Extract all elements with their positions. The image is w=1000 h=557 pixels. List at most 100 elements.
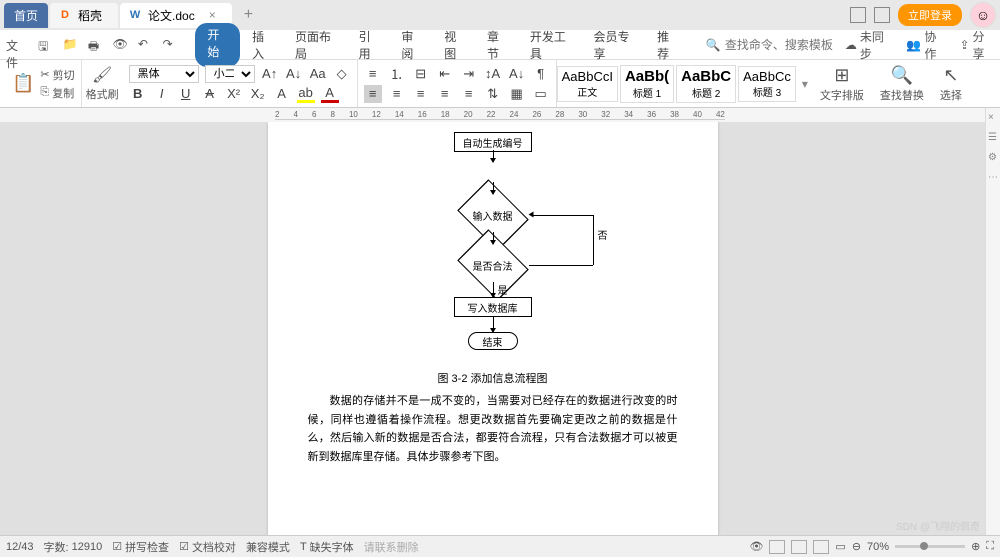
status-right: 👁 ▭ ⊖ 70% ⊕ ⛶: [749, 540, 994, 554]
menu-tab-vip[interactable]: 会员专享: [583, 23, 645, 67]
decrease-font[interactable]: A↓: [285, 65, 303, 83]
text-effects[interactable]: A: [273, 85, 291, 103]
avatar[interactable]: ☺: [970, 2, 996, 28]
text-layout-button[interactable]: ⊞文字排版: [812, 65, 872, 103]
sync-status[interactable]: ☁未同步: [845, 28, 893, 62]
spell-check[interactable]: ☑拼写检查: [112, 539, 169, 555]
text-direction[interactable]: ↕A: [484, 65, 502, 83]
align-justify[interactable]: ≡: [436, 85, 454, 103]
align-center[interactable]: ≡: [388, 85, 406, 103]
search-input[interactable]: [725, 38, 845, 52]
subscript-button[interactable]: X₂: [249, 85, 267, 103]
italic-button[interactable]: I: [153, 85, 171, 103]
borders[interactable]: ▭: [532, 85, 550, 103]
flowchart: 开始 自动生成编号 输入数据 是否合法 写入数据库 结束 否 是: [343, 132, 643, 362]
menu-tab-rec[interactable]: 推荐: [647, 23, 688, 67]
align-right[interactable]: ≡: [412, 85, 430, 103]
bullets[interactable]: ≡: [364, 65, 382, 83]
fc-yes-label: 是: [498, 282, 508, 297]
zoom-level[interactable]: 70%: [867, 541, 889, 553]
preview-icon[interactable]: 👁: [113, 37, 128, 53]
sb-close-icon[interactable]: ×: [988, 112, 998, 122]
coop-button[interactable]: 👥协作: [906, 28, 945, 62]
line-spacing[interactable]: ⇅: [484, 85, 502, 103]
zoom-out[interactable]: ⊖: [852, 540, 861, 553]
cut-button[interactable]: ✂剪切: [40, 67, 74, 83]
zoom-slider[interactable]: [895, 545, 965, 548]
font-size-select[interactable]: 小二: [205, 65, 255, 83]
fc-valid: 是否合法: [463, 250, 523, 280]
view-outline[interactable]: [791, 540, 807, 554]
sb-tools-icon[interactable]: ⚙: [988, 152, 998, 162]
view-page[interactable]: [769, 540, 785, 554]
style-h1[interactable]: AaBb(标题 1: [620, 65, 674, 103]
layout-icon-2[interactable]: [874, 7, 890, 23]
print-icon[interactable]: 🖶: [88, 37, 103, 53]
menu-right: ☁未同步 👥协作 ⇪分享: [845, 28, 994, 62]
font-color-button[interactable]: A: [321, 85, 339, 103]
bold-button[interactable]: B: [129, 85, 147, 103]
fc-arrow: [490, 293, 496, 298]
read-mode-icon[interactable]: ▭: [835, 540, 845, 553]
close-icon[interactable]: ×: [209, 8, 216, 22]
zoom-in[interactable]: ⊕: [971, 540, 980, 553]
fullscreen-icon[interactable]: ⛶: [986, 540, 994, 553]
show-marks[interactable]: ¶: [532, 65, 550, 83]
style-more[interactable]: ▾: [798, 77, 812, 91]
zoom-thumb[interactable]: [920, 542, 928, 550]
format-brush[interactable]: 🖌 格式刷: [82, 65, 123, 102]
underline-button[interactable]: U: [177, 85, 195, 103]
sb-nav-icon[interactable]: ☰: [988, 132, 998, 142]
title-right: 立即登录 ☺: [850, 2, 996, 28]
copy-button[interactable]: ⎘复制: [40, 85, 74, 101]
word-count[interactable]: 字数:12910: [44, 539, 103, 555]
ruler[interactable]: 24681012141618202224262830323436384042: [0, 108, 1000, 122]
indent-right[interactable]: ⇥: [460, 65, 478, 83]
sb-more-icon[interactable]: ⋯: [988, 172, 998, 182]
clear-format[interactable]: ◇: [333, 65, 351, 83]
highlight-button[interactable]: ab: [297, 85, 315, 103]
indent-left[interactable]: ⇤: [436, 65, 454, 83]
page-indicator[interactable]: 12/43: [6, 541, 34, 553]
style-h3[interactable]: AaBbCc标题 3: [738, 66, 796, 102]
layout-icon-1[interactable]: [850, 7, 866, 23]
select-button[interactable]: ↖选择: [932, 65, 970, 103]
redo-icon[interactable]: ↷: [163, 37, 178, 53]
style-normal[interactable]: AaBbCcI正文: [557, 66, 618, 102]
fc-arrow: [490, 158, 496, 163]
fc-input: 输入数据: [463, 200, 523, 230]
align-distribute[interactable]: ≡: [460, 85, 478, 103]
shading[interactable]: ▦: [508, 85, 526, 103]
page: 开始 自动生成编号 输入数据 是否合法 写入数据库 结束 否 是 图 3-: [268, 122, 718, 535]
document-area[interactable]: 开始 自动生成编号 输入数据 是否合法 写入数据库 结束 否 是 图 3-: [0, 122, 985, 535]
paste-icon[interactable]: 📋: [12, 73, 34, 94]
style-h2[interactable]: AaBbC标题 2: [676, 65, 736, 103]
clipboard-group: 📋 ✂剪切 ⎘复制: [6, 60, 82, 107]
share-icon: ⇪: [959, 38, 969, 52]
font-name-select[interactable]: 黑体: [129, 65, 199, 83]
command-search[interactable]: 🔍: [706, 38, 845, 52]
numbering[interactable]: ⒈: [388, 65, 406, 83]
find-replace-button[interactable]: 🔍查找替换: [872, 65, 932, 103]
multilevel[interactable]: ⊟: [412, 65, 430, 83]
login-button[interactable]: 立即登录: [898, 4, 962, 26]
doc-proof[interactable]: ☑文档校对: [179, 539, 236, 555]
save-icon[interactable]: 🖫: [38, 37, 53, 53]
undo-icon[interactable]: ↶: [138, 37, 153, 53]
compat-mode[interactable]: 兼容模式: [246, 539, 290, 555]
superscript-button[interactable]: X²: [225, 85, 243, 103]
strike-button[interactable]: A: [201, 85, 219, 103]
menu-file[interactable]: 文件: [6, 37, 28, 53]
people-icon: 👥: [906, 38, 921, 52]
increase-font[interactable]: A↑: [261, 65, 279, 83]
missing-font[interactable]: T缺失字体: [300, 539, 354, 555]
body-paragraph: 数据的存储并不是一成不变的，当需要对已经存在的数据进行改变的时候，同样也遵循着操…: [308, 392, 678, 467]
share-button[interactable]: ⇪分享: [959, 28, 994, 62]
sort[interactable]: A↓: [508, 65, 526, 83]
folder-icon[interactable]: 📁: [63, 37, 78, 53]
view-web[interactable]: [813, 540, 829, 554]
eye-icon[interactable]: 👁: [749, 540, 763, 553]
font-group: 黑体 小二 A↑ A↓ Aa ◇ B I U A X² X₂ A ab A: [123, 60, 358, 107]
align-left[interactable]: ≡: [364, 85, 382, 103]
change-case[interactable]: Aa: [309, 65, 327, 83]
